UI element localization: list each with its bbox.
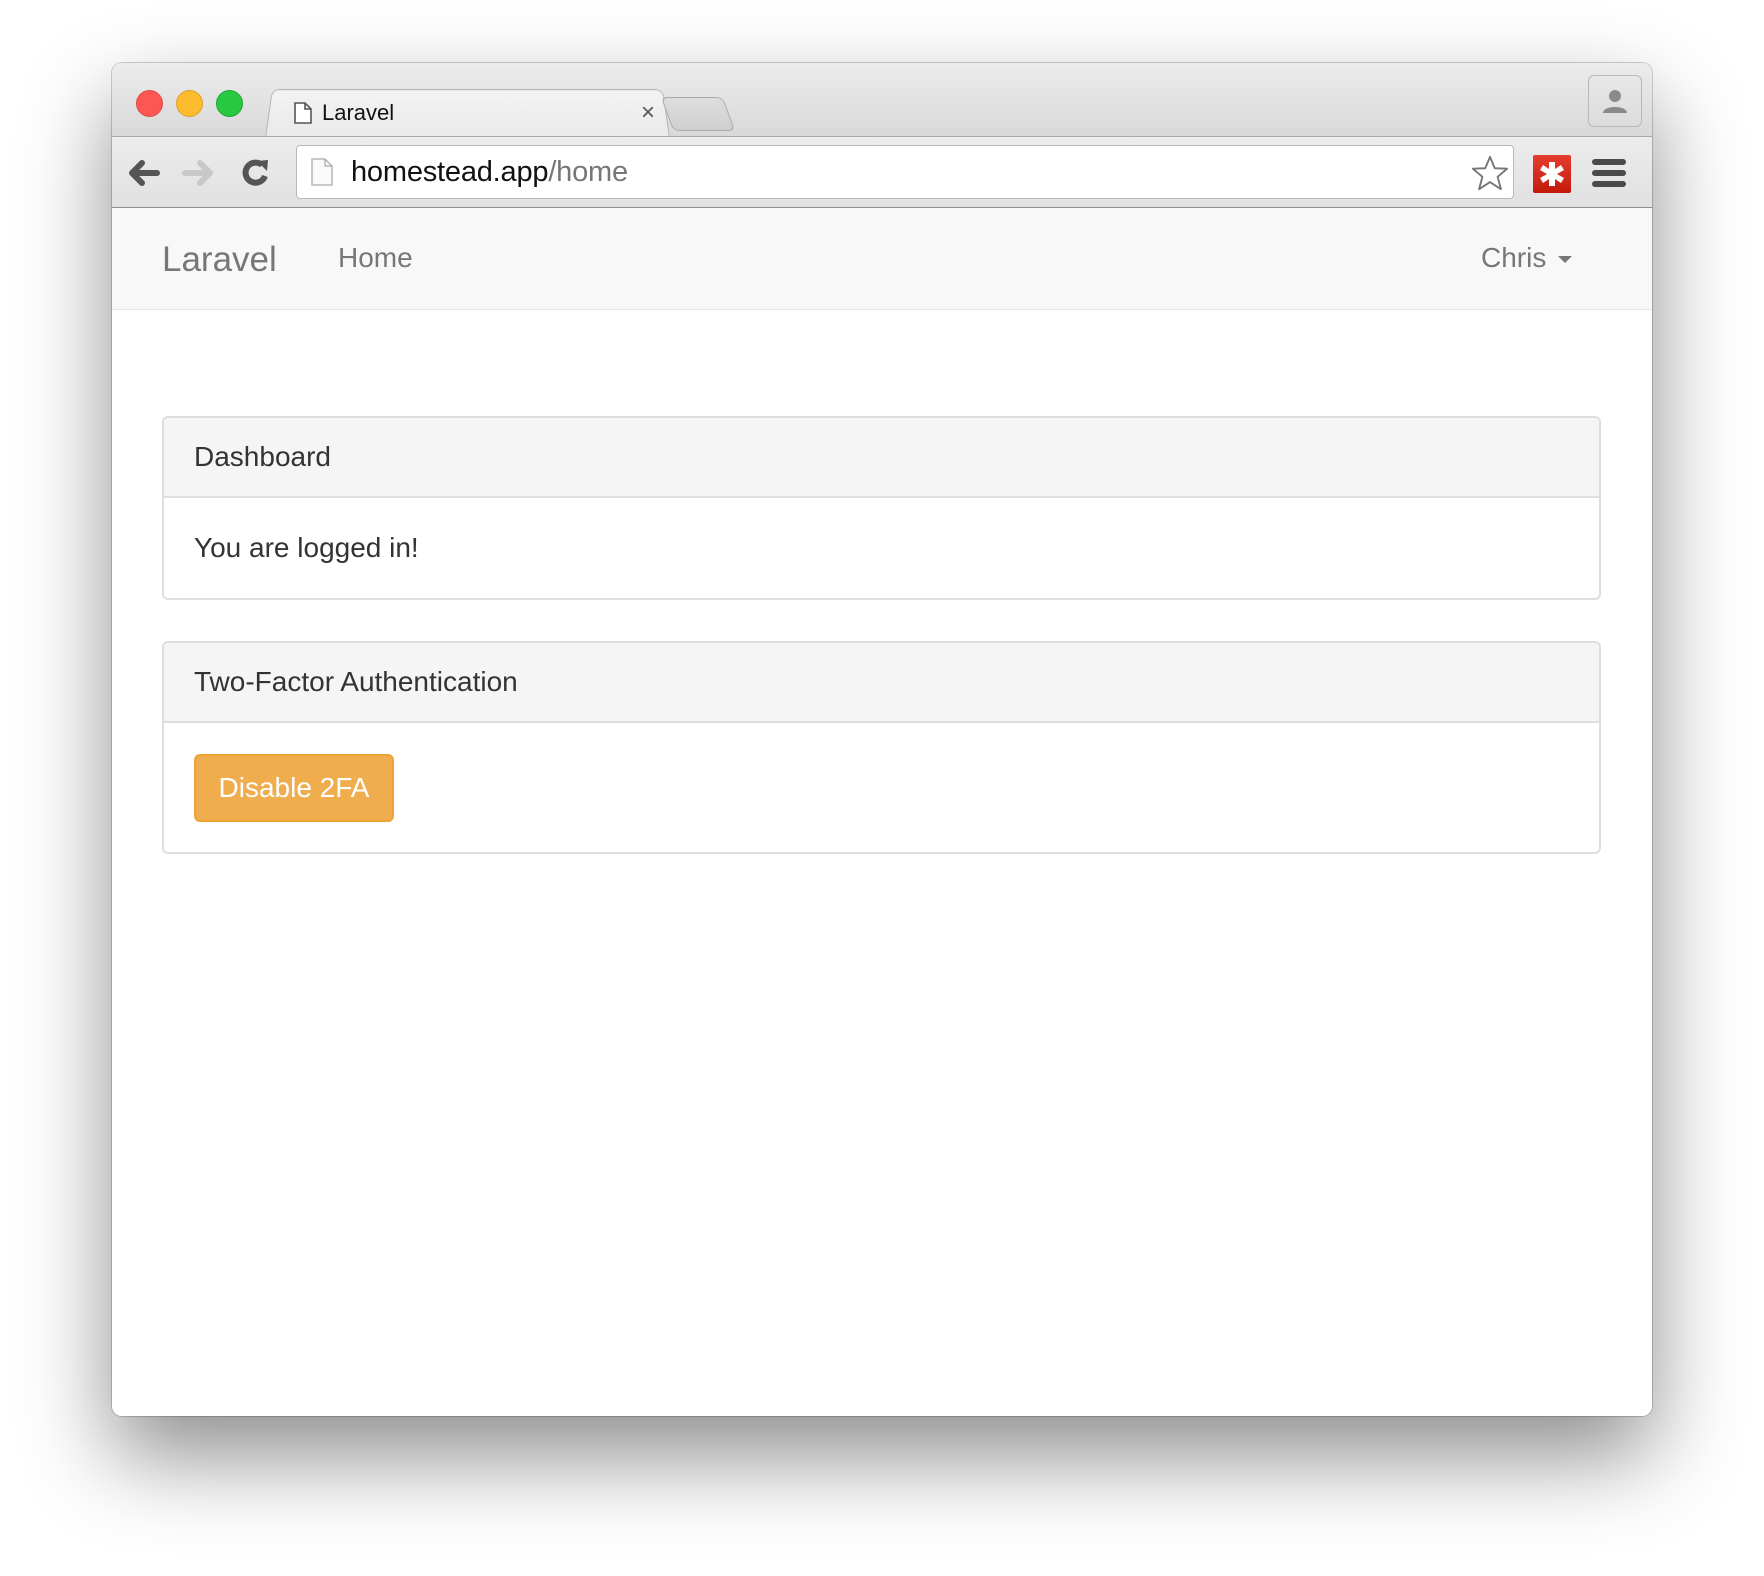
app-navbar: Laravel Home Chris bbox=[112, 208, 1652, 310]
profile-button[interactable] bbox=[1588, 75, 1642, 127]
panel-body: You are logged in! bbox=[164, 498, 1599, 598]
nav-link-home[interactable]: Home bbox=[338, 242, 413, 274]
arrow-left-icon bbox=[129, 160, 160, 186]
lastpass-icon bbox=[1540, 162, 1564, 186]
panel-heading: Two-Factor Authentication bbox=[164, 643, 1599, 723]
page-icon bbox=[311, 158, 333, 186]
status-message: You are logged in! bbox=[194, 532, 419, 563]
browser-tab-content[interactable]: Laravel × bbox=[290, 93, 660, 133]
new-tab-button[interactable] bbox=[660, 97, 736, 131]
maximize-window-button[interactable] bbox=[216, 90, 243, 117]
hamburger-menu-icon[interactable] bbox=[1592, 155, 1626, 191]
two-factor-panel: Two-Factor Authentication Disable 2FA bbox=[162, 641, 1601, 854]
address-bar[interactable]: homestead.app/home bbox=[296, 145, 1514, 199]
disable-2fa-button[interactable]: Disable 2FA bbox=[194, 753, 394, 822]
browser-window: Laravel × homestead.app/home Laravel Hom… bbox=[112, 63, 1652, 1416]
panel-body: Disable 2FA bbox=[164, 723, 1599, 852]
url-text[interactable]: homestead.app/home bbox=[351, 156, 628, 189]
back-button[interactable] bbox=[124, 153, 164, 193]
browser-toolbar: homestead.app/home bbox=[112, 136, 1652, 208]
tab-close-icon[interactable]: × bbox=[636, 99, 660, 127]
close-window-button[interactable] bbox=[136, 90, 163, 117]
url-path: /home bbox=[548, 155, 628, 188]
menu-bar bbox=[1592, 170, 1626, 176]
user-name: Chris bbox=[1481, 242, 1547, 273]
user-dropdown[interactable]: Chris bbox=[1481, 242, 1573, 274]
brand-link[interactable]: Laravel bbox=[162, 240, 277, 280]
url-host: homestead.app bbox=[351, 155, 549, 188]
star-icon[interactable] bbox=[1471, 154, 1509, 192]
menu-bar bbox=[1592, 181, 1626, 187]
lastpass-extension-button[interactable] bbox=[1533, 155, 1571, 193]
forward-button[interactable] bbox=[178, 153, 218, 193]
page-content: Laravel Home Chris Dashboard You are log… bbox=[112, 208, 1652, 1416]
minimize-window-button[interactable] bbox=[176, 90, 203, 117]
tab-title: Laravel bbox=[322, 100, 395, 125]
menu-bar bbox=[1592, 159, 1626, 165]
reload-icon bbox=[242, 159, 268, 186]
person-icon bbox=[1603, 90, 1627, 113]
title-bar: Laravel × bbox=[112, 63, 1652, 138]
panel-heading: Dashboard bbox=[164, 418, 1599, 498]
page-icon bbox=[294, 102, 312, 124]
dashboard-panel: Dashboard You are logged in! bbox=[162, 416, 1601, 600]
arrow-right-icon bbox=[182, 160, 213, 186]
caret-down-icon bbox=[1558, 256, 1573, 263]
reload-button[interactable] bbox=[236, 153, 276, 193]
